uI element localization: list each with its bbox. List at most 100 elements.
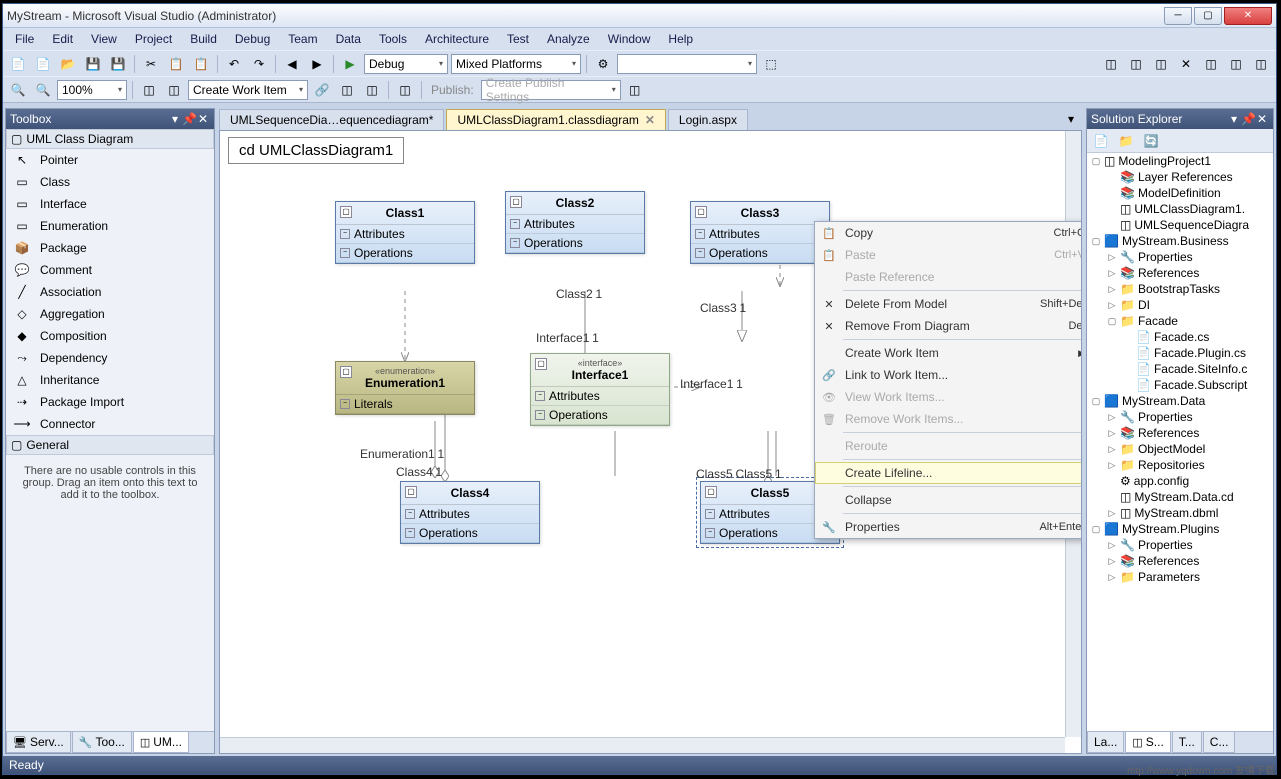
- open-icon[interactable]: 📂: [57, 53, 79, 75]
- menu-view[interactable]: View: [83, 30, 125, 48]
- collapse-icon[interactable]: ▢: [510, 196, 522, 208]
- collapse-icon[interactable]: ▢: [405, 486, 417, 498]
- tree-item[interactable]: ▷🔧Properties: [1087, 409, 1273, 425]
- ctx-create-work-item[interactable]: Create Work Item▶: [815, 342, 1082, 364]
- expand-icon[interactable]: ▷: [1107, 300, 1117, 311]
- toolbox-header[interactable]: Toolbox ▾ 📌 ✕: [6, 109, 214, 129]
- toolbox-item-inheritance[interactable]: △Inheritance: [6, 369, 214, 391]
- expand-icon[interactable]: ▷: [1107, 252, 1117, 263]
- zoom-out-icon[interactable]: 🔍: [32, 79, 54, 101]
- tb-icon[interactable]: ◫: [1225, 53, 1247, 75]
- tab-team[interactable]: T...: [1172, 731, 1202, 753]
- uml-class3[interactable]: ▢Class3 −Attributes −Operations: [690, 201, 830, 264]
- workitem-combo[interactable]: Create Work Item: [188, 80, 308, 100]
- ctx-create-lifeline-[interactable]: Create Lifeline...: [815, 462, 1082, 484]
- maximize-button[interactable]: ▢: [1194, 7, 1222, 25]
- nav-fwd-icon[interactable]: ▶: [306, 53, 328, 75]
- minimize-button[interactable]: ─: [1164, 7, 1192, 25]
- menu-analyze[interactable]: Analyze: [539, 30, 598, 48]
- close-tab-icon[interactable]: ✕: [645, 113, 655, 127]
- publish-combo[interactable]: Create Publish Settings: [481, 80, 621, 100]
- solution-header[interactable]: Solution Explorer ▾ 📌 ✕: [1087, 109, 1273, 129]
- menu-edit[interactable]: Edit: [44, 30, 81, 48]
- toolbox-item-connector[interactable]: ⟶Connector: [6, 413, 214, 435]
- uml-class4[interactable]: ▢Class4 −Attributes −Operations: [400, 481, 540, 544]
- tree-item[interactable]: 📚Layer References: [1087, 169, 1273, 185]
- toolbox-item-composition[interactable]: ◆Composition: [6, 325, 214, 347]
- tab-class-view[interactable]: C...: [1203, 731, 1236, 753]
- tb-icon[interactable]: ◫: [1150, 53, 1172, 75]
- cut-icon[interactable]: ✂: [140, 53, 162, 75]
- tree-item[interactable]: ◫MyStream.Data.cd: [1087, 489, 1273, 505]
- tab-server-explorer[interactable]: 🖥 Serv...: [6, 731, 71, 753]
- toolbox-group-uml[interactable]: ▢ UML Class Diagram: [6, 129, 214, 149]
- collapse-icon[interactable]: ▢: [340, 206, 352, 218]
- properties-icon[interactable]: 📄: [1090, 130, 1112, 152]
- expand-icon[interactable]: ▷: [1107, 428, 1117, 439]
- menu-data[interactable]: Data: [328, 30, 369, 48]
- expand-icon[interactable]: ▷: [1107, 268, 1117, 279]
- expand-icon[interactable]: ▢: [1091, 524, 1101, 535]
- tree-item[interactable]: 📚ModelDefinition: [1087, 185, 1273, 201]
- tb-icon[interactable]: ◫: [361, 79, 383, 101]
- nav-back-icon[interactable]: ◀: [281, 53, 303, 75]
- tb-icon[interactable]: ◫: [138, 79, 160, 101]
- solution-tree[interactable]: ▢◫ModelingProject1📚Layer References📚Mode…: [1087, 153, 1273, 731]
- menu-window[interactable]: Window: [600, 30, 659, 48]
- tree-item[interactable]: ▢🟦MyStream.Business: [1087, 233, 1273, 249]
- tab-dropdown-icon[interactable]: ▾: [1060, 108, 1082, 130]
- tree-item[interactable]: ▷📁ObjectModel: [1087, 441, 1273, 457]
- toolbox-item-enumeration[interactable]: ▭Enumeration: [6, 215, 214, 237]
- tree-item[interactable]: 📄Facade.Plugin.cs: [1087, 345, 1273, 361]
- tb-icon[interactable]: ◫: [624, 79, 646, 101]
- uml-enumeration1[interactable]: ▢«enumeration»Enumeration1 −Literals: [335, 361, 475, 415]
- ctx-copy[interactable]: 📋CopyCtrl+C: [815, 222, 1082, 244]
- tree-item[interactable]: 📄Facade.SiteInfo.c: [1087, 361, 1273, 377]
- zoom-combo[interactable]: 100%: [57, 80, 127, 100]
- tree-item[interactable]: ◫UMLSequenceDiagra: [1087, 217, 1273, 233]
- toolbox-item-class[interactable]: ▭Class: [6, 171, 214, 193]
- expand-icon[interactable]: ▷: [1107, 412, 1117, 423]
- tree-item[interactable]: ▷🔧Properties: [1087, 249, 1273, 265]
- tree-item[interactable]: ▢📁Facade: [1087, 313, 1273, 329]
- menu-team[interactable]: Team: [280, 30, 325, 48]
- diagram-canvas[interactable]: cd UMLClassDiagram1: [219, 130, 1082, 754]
- toolbox-item-comment[interactable]: 💬Comment: [6, 259, 214, 281]
- toolbox-item-dependency[interactable]: ⤳Dependency: [6, 347, 214, 369]
- tab-sequence-diagram[interactable]: UMLSequenceDia…equencediagram*: [219, 109, 444, 130]
- tree-item[interactable]: ▢🟦MyStream.Data: [1087, 393, 1273, 409]
- redo-icon[interactable]: ↷: [248, 53, 270, 75]
- expand-icon[interactable]: ▢: [1091, 236, 1101, 247]
- toolbox-item-aggregation[interactable]: ◇Aggregation: [6, 303, 214, 325]
- copy-icon[interactable]: 📋: [165, 53, 187, 75]
- tb-icon[interactable]: ◫: [1250, 53, 1272, 75]
- close-icon[interactable]: ✕: [196, 112, 210, 126]
- expand-icon[interactable]: ▢: [1091, 396, 1101, 407]
- tree-item[interactable]: ▷📚References: [1087, 265, 1273, 281]
- empty-combo[interactable]: [617, 54, 757, 74]
- uml-interface1[interactable]: ▢«interface»Interface1 −Attributes −Oper…: [530, 353, 670, 426]
- tb-icon[interactable]: 🔗: [311, 79, 333, 101]
- show-all-icon[interactable]: 📁: [1115, 130, 1137, 152]
- tree-item[interactable]: ▷📁Repositories: [1087, 457, 1273, 473]
- menu-help[interactable]: Help: [660, 30, 701, 48]
- tb-icon[interactable]: ◫: [1200, 53, 1222, 75]
- tab-toolbox[interactable]: 🔧 Too...: [72, 731, 132, 753]
- dropdown-icon[interactable]: ▾: [168, 112, 182, 126]
- config-combo[interactable]: Debug: [364, 54, 448, 74]
- save-icon[interactable]: 💾: [82, 53, 104, 75]
- expand-icon[interactable]: ▢: [1091, 156, 1101, 167]
- expand-icon[interactable]: ▢: [1107, 316, 1117, 327]
- undo-icon[interactable]: ↶: [223, 53, 245, 75]
- ctx-delete-from-model[interactable]: ✕Delete From ModelShift+Del: [815, 293, 1082, 315]
- ctx-link-to-work-item-[interactable]: 🔗Link to Work Item...: [815, 364, 1082, 386]
- tree-item[interactable]: ▷📁Parameters: [1087, 569, 1273, 585]
- new-project-icon[interactable]: 📄: [7, 53, 29, 75]
- tree-item[interactable]: ▢◫ModelingProject1: [1087, 153, 1273, 169]
- expand-icon[interactable]: ▷: [1107, 444, 1117, 455]
- ctx-properties[interactable]: 🔧PropertiesAlt+Enter: [815, 516, 1082, 538]
- add-item-icon[interactable]: 📄: [32, 53, 54, 75]
- expand-icon[interactable]: ▷: [1107, 540, 1117, 551]
- dropdown-icon[interactable]: ▾: [1227, 112, 1241, 126]
- tb-icon[interactable]: ⚙: [592, 53, 614, 75]
